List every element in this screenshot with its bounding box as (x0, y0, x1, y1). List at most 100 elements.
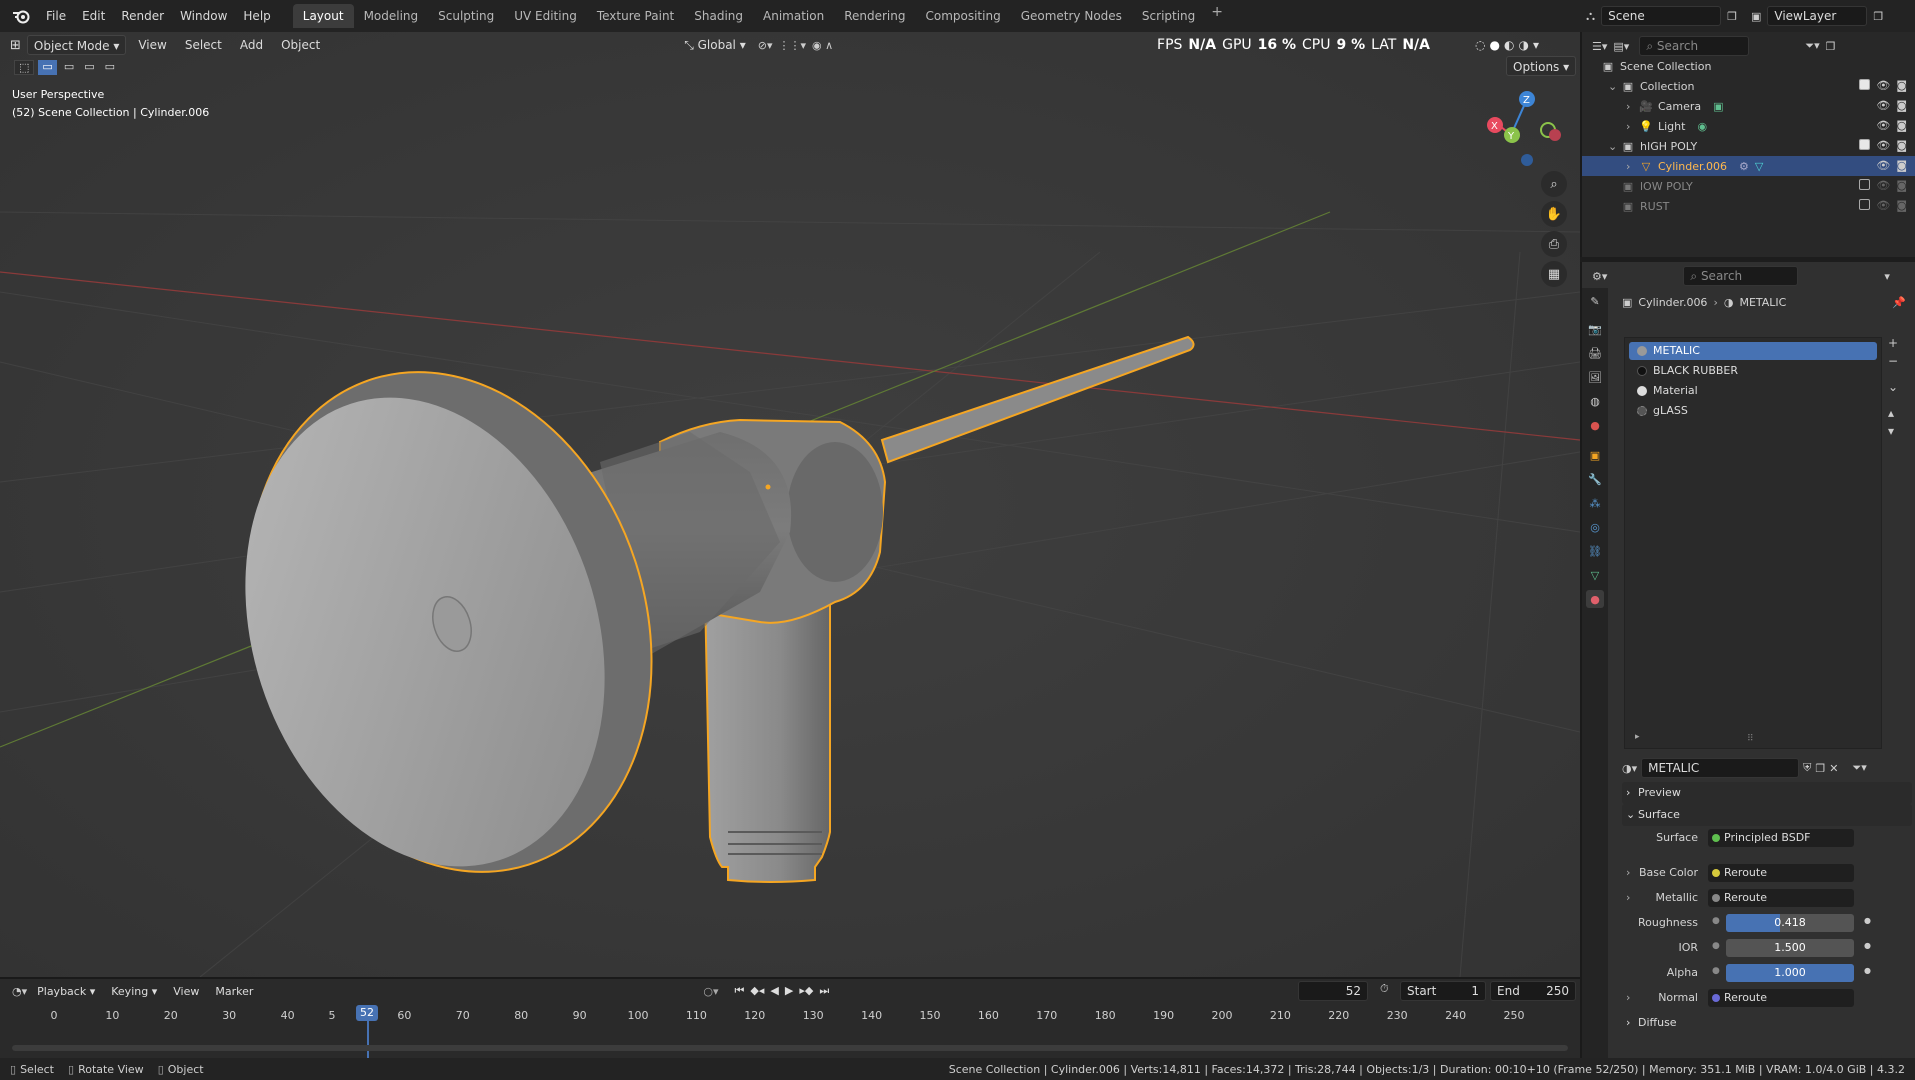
material-slot-metalic[interactable]: METALIC (1629, 342, 1877, 360)
camera-render-icon[interactable]: ◙ (1896, 159, 1907, 172)
constraints-tab-icon[interactable]: ⛓ (1586, 542, 1604, 560)
diffuse-section[interactable]: › Diffuse (1622, 1012, 1912, 1034)
camera-render-icon[interactable]: ◙ (1896, 199, 1907, 212)
options-dropdown[interactable]: Options ▾ (1506, 56, 1577, 76)
blender-logo-icon[interactable] (10, 5, 32, 27)
tab-shading[interactable]: Shading (684, 4, 753, 28)
select-tool-icon[interactable]: ⬚ (14, 60, 35, 75)
list-resize-handle[interactable]: ⠿ (1747, 734, 1754, 744)
filter-icon[interactable]: ⏷▾ (1805, 39, 1819, 53)
eye-icon[interactable]: 👁 (1876, 159, 1890, 172)
render-tab-icon[interactable]: 📷 (1586, 320, 1604, 338)
expand-icon[interactable]: › (1626, 100, 1638, 113)
eye-icon[interactable]: 👁 (1876, 99, 1890, 112)
material-slot-black-rubber[interactable]: BLACK RUBBER (1629, 362, 1877, 380)
roughness-slider[interactable]: 0.418 (1726, 914, 1854, 932)
material-slot-material[interactable]: Material (1629, 382, 1877, 400)
eye-icon[interactable]: 👁 (1876, 119, 1890, 132)
modifier-tab-icon[interactable]: 🔧 (1586, 470, 1604, 488)
jump-start-icon[interactable]: ⏮ (735, 984, 745, 998)
tab-texture-paint[interactable]: Texture Paint (587, 4, 684, 28)
expand-icon[interactable]: › (1626, 120, 1638, 133)
rendered-shading-icon[interactable]: ◑ (1518, 38, 1528, 52)
camera-render-icon[interactable]: ◙ (1896, 179, 1907, 192)
keyframe-dot-icon[interactable]: ● (1864, 916, 1871, 925)
remove-slot-icon[interactable]: − (1888, 354, 1898, 368)
material-tab-icon[interactable]: ● (1586, 590, 1604, 608)
scene-icon[interactable]: ⛬ (1586, 9, 1595, 24)
exclude-checkbox[interactable] (1859, 79, 1871, 90)
wireframe-shading-icon[interactable]: ◌ (1475, 38, 1485, 52)
view-layer-tab-icon[interactable]: 🖼 (1586, 368, 1604, 386)
tab-compositing[interactable]: Compositing (915, 4, 1010, 28)
add-menu[interactable]: Add (234, 35, 269, 55)
new-viewlayer-icon[interactable]: ❐ (1873, 10, 1883, 23)
add-slot-icon[interactable]: + (1888, 336, 1898, 350)
material-browse-icon[interactable]: ◑▾ (1622, 762, 1637, 775)
object-tab-icon[interactable]: ▣ (1586, 446, 1604, 464)
alpha-slider[interactable]: 1.000 (1726, 964, 1854, 982)
prev-keyframe-icon[interactable]: ◆◂ (750, 984, 764, 998)
preview-section[interactable]: › Preview (1622, 782, 1912, 804)
eye-icon[interactable]: 👁 (1876, 179, 1890, 192)
duplicate-material-icon[interactable]: ❐ (1815, 762, 1825, 775)
scene-tab-icon[interactable]: ◍ (1586, 392, 1604, 410)
object-menu[interactable]: Object (275, 35, 326, 55)
play-icon[interactable]: ▶ (785, 984, 793, 998)
tab-sculpting[interactable]: Sculpting (428, 4, 504, 28)
camera-render-icon[interactable]: ◙ (1896, 99, 1907, 112)
display-mode-icon[interactable]: ▤▾ (1613, 40, 1629, 53)
frame-ruler[interactable]: 0 10 20 30 40 5 60 70 80 90 100 110 120 130 140 150 160 1… (0, 1005, 1580, 1027)
surface-shader-field[interactable]: Principled BSDF (1708, 829, 1854, 847)
move-up-icon[interactable]: ▴ (1888, 406, 1898, 420)
solid-shading-icon[interactable]: ● (1489, 38, 1499, 52)
material-name-field[interactable]: METALIC (1641, 758, 1800, 778)
fake-user-icon[interactable]: ⛨ (1803, 761, 1811, 775)
camera-data-icon[interactable]: ▣ (1713, 100, 1723, 113)
perspective-toggle-icon[interactable]: ▦ (1541, 261, 1567, 287)
3d-viewport[interactable]: Z X Y ⊞ Object Mode ▾ View Select Add Ob… (0, 32, 1580, 977)
select-new-icon[interactable]: ▭ (38, 60, 57, 75)
mesh-data-icon[interactable]: ▽ (1755, 160, 1763, 173)
ior-field[interactable]: 1.500 (1726, 939, 1854, 957)
tab-geometry-nodes[interactable]: Geometry Nodes (1011, 4, 1132, 28)
eye-icon[interactable]: 👁 (1876, 139, 1890, 152)
properties-editor-icon[interactable]: ⚙▾ (1592, 270, 1607, 283)
new-collection-icon[interactable]: ❐ (1826, 40, 1836, 53)
expand-icon[interactable]: › (1626, 160, 1638, 173)
play-reverse-icon[interactable]: ◀ (770, 984, 778, 998)
metallic-field[interactable]: Reroute (1708, 889, 1854, 907)
select-extend-icon[interactable]: ▭ (61, 60, 77, 75)
outliner-editor-icon[interactable]: ☰▾ (1592, 40, 1607, 53)
normal-field[interactable]: Reroute (1708, 989, 1854, 1007)
scene-field[interactable]: Scene (1601, 6, 1722, 26)
exclude-checkbox[interactable] (1859, 199, 1871, 210)
marker-menu[interactable]: Marker (209, 985, 259, 998)
timeline-view-menu[interactable]: View (167, 985, 205, 998)
menu-render[interactable]: Render (113, 5, 172, 27)
tab-rendering[interactable]: Rendering (834, 4, 915, 28)
outliner-row-rust[interactable]: ▣ RUST 👁 ◙ (1582, 196, 1915, 216)
playback-menu[interactable]: Playback ▾ (31, 985, 101, 998)
base-color-field[interactable]: Reroute (1708, 864, 1854, 882)
current-frame-field[interactable]: 52 (1298, 981, 1368, 1001)
mode-dropdown[interactable]: Object Mode ▾ (26, 35, 127, 55)
pivot-icon[interactable]: ⊘▾ (758, 39, 773, 52)
tab-scripting[interactable]: Scripting (1132, 4, 1205, 28)
keying-menu[interactable]: Keying ▾ (105, 985, 163, 998)
outliner-row-cylinder[interactable]: › ▽ Cylinder.006 ⚙ ▽ 👁 ◙ (1582, 156, 1915, 176)
proportional-icon[interactable]: ◉ ∧ (812, 39, 833, 52)
select-menu[interactable]: Select (179, 35, 228, 55)
end-frame-field[interactable]: End 250 (1490, 981, 1576, 1001)
keyframe-dot-icon[interactable]: ● (1864, 941, 1871, 950)
eye-icon[interactable]: 👁 (1876, 79, 1890, 92)
material-shading-icon[interactable]: ◐ (1504, 38, 1514, 52)
start-frame-field[interactable]: Start 1 (1400, 981, 1486, 1001)
properties-search-input[interactable]: ⌕ Search (1683, 266, 1799, 286)
tab-animation[interactable]: Animation (753, 4, 834, 28)
camera-render-icon[interactable]: ◙ (1896, 139, 1907, 152)
keyframe-dot-icon[interactable]: ● (1864, 966, 1871, 975)
outliner-row-high-poly[interactable]: ⌄ ▣ hIGH POLY 👁 ◙ (1582, 136, 1915, 156)
view-menu[interactable]: View (132, 35, 172, 55)
outliner-row-scene-collection[interactable]: ▣ Scene Collection (1582, 56, 1915, 76)
